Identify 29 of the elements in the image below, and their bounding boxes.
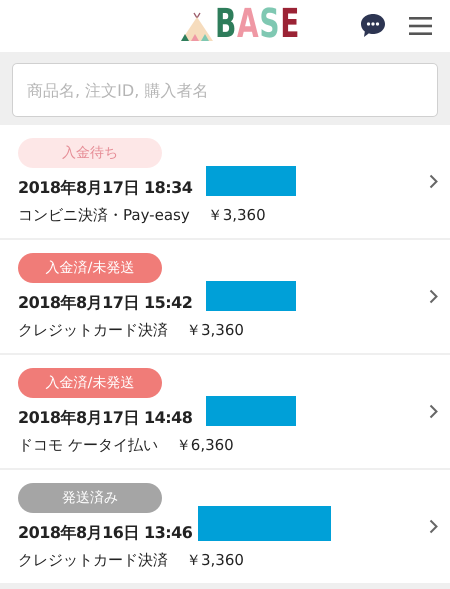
order-datetime: 2018年8月16日 13:46 — [18, 522, 192, 544]
logo-text: BASE — [215, 4, 300, 44]
chevron-right-icon — [429, 519, 438, 534]
payment-method: クレジットカード決済 — [18, 551, 168, 570]
status-badge: 入金待ち — [18, 138, 162, 168]
order-item[interactable]: 入金済/未発送 2018年8月17日 15:42 クレジットカード決済 ￥3,360 — [0, 240, 450, 353]
order-item[interactable]: 入金待ち 2018年8月17日 18:34 コンビニ決済・Pay-easy ￥3,360 — [0, 125, 450, 238]
status-badge: 入金済/未発送 — [18, 253, 162, 283]
search-field[interactable]: 商品名, 注文ID, 購入者名 — [12, 63, 438, 117]
order-amount: ￥3,360 — [208, 206, 266, 225]
status-badge: 発送済み — [18, 483, 162, 513]
order-amount: ￥3,360 — [186, 321, 244, 340]
order-amount: ￥6,360 — [176, 436, 234, 455]
order-datetime: 2018年8月17日 14:48 — [18, 408, 192, 428]
chat-icon[interactable] — [360, 13, 386, 38]
order-item[interactable]: 入金済/未発送 2018年8月17日 14:48 ドコモ ケータイ払い ￥6,360 — [0, 355, 450, 468]
menu-icon[interactable] — [409, 17, 432, 35]
chevron-right-icon — [429, 289, 438, 304]
order-item[interactable]: 発送済み 2018年8月16日 13:46 クレジットカード決済 ￥3,360 — [0, 470, 450, 583]
order-amount: ￥3,360 — [186, 551, 244, 570]
payment-method: ドコモ ケータイ払い — [18, 436, 158, 455]
status-badge: 入金済/未発送 — [18, 368, 162, 398]
chevron-right-icon — [429, 174, 438, 189]
payment-method: コンビニ決済・Pay-easy — [18, 206, 190, 225]
chevron-right-icon — [429, 404, 438, 419]
order-datetime: 2018年8月17日 15:42 — [18, 292, 192, 314]
tent-icon — [180, 12, 214, 42]
payment-method: クレジットカード決済 — [18, 321, 168, 340]
order-datetime: 2018年8月17日 18:34 — [18, 178, 192, 198]
